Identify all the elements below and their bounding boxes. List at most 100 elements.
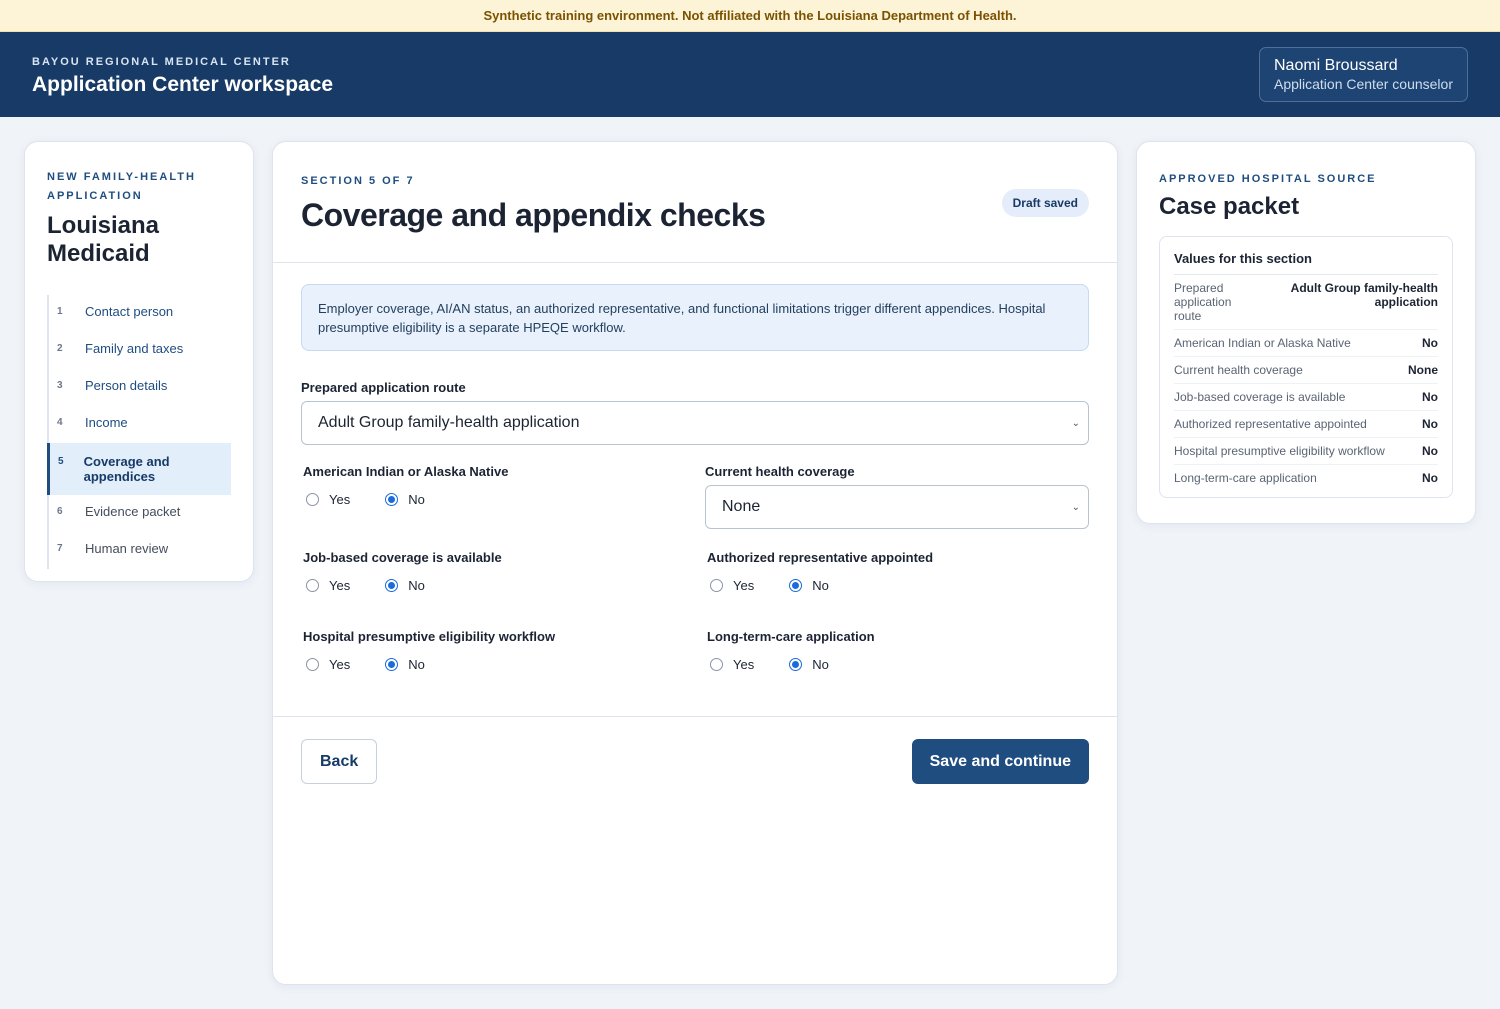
step-number: 4	[57, 417, 63, 428]
step-contact-person[interactable]: 1 Contact person	[49, 295, 231, 332]
question-aian: American Indian or Alaska Native Yes No	[303, 464, 683, 507]
radio-selected[interactable]	[385, 579, 399, 592]
aian-yes-option[interactable]: Yes	[303, 492, 350, 507]
aian-no-option[interactable]: No	[382, 492, 425, 507]
step-nav: 1 Contact person 2 Family and taxes 3 Pe…	[47, 295, 231, 569]
question-label: Job-based coverage is available	[303, 550, 502, 565]
question-label: Authorized representative appointed	[707, 550, 934, 565]
application-route-select[interactable]: Adult Group family-health application ⌄	[301, 401, 1089, 445]
current-coverage-select[interactable]: None ⌄	[705, 485, 1089, 529]
step-number: 2	[57, 343, 63, 354]
radio-unselected[interactable]	[306, 493, 319, 506]
sidebar-title: Louisiana Medicaid	[47, 212, 160, 267]
step-label: Family and taxes	[85, 341, 184, 356]
option-label: Yes	[329, 492, 351, 507]
packet-value: No	[1422, 444, 1438, 458]
packet-key: Long-term-care application	[1174, 471, 1317, 485]
step-coverage-and-appendices[interactable]: 5 Coverage and appendices	[47, 443, 231, 495]
save-and-continue-button[interactable]: Save and continue	[911, 739, 1089, 784]
radio-selected[interactable]	[789, 579, 803, 592]
step-number: 1	[57, 306, 63, 317]
step-person-details[interactable]: 3 Person details	[49, 369, 231, 406]
option-label: No	[408, 657, 425, 672]
ltc-yes-option[interactable]: Yes	[707, 657, 754, 672]
step-family-and-taxes[interactable]: 2 Family and taxes	[49, 332, 231, 369]
user-name: Naomi Broussard	[1274, 57, 1398, 74]
info-notice: Employer coverage, AI/AN status, an auth…	[301, 284, 1089, 351]
step-number: 6	[57, 506, 63, 517]
step-evidence-packet[interactable]: 6 Evidence packet	[49, 495, 231, 532]
packet-value: No	[1422, 390, 1438, 404]
question-ltc-application: Long-term-care application Yes No	[707, 629, 1087, 672]
packet-row: Hospital presumptive eligibility workflo…	[1174, 438, 1438, 465]
packet-row: Long-term-care application No	[1174, 465, 1438, 491]
option-label: No	[812, 657, 829, 672]
step-number: 7	[57, 543, 63, 554]
radio-unselected[interactable]	[306, 579, 319, 592]
workspace-title: Application Center workspace	[32, 73, 334, 96]
radio-selected[interactable]	[789, 658, 803, 671]
packet-row: Prepared application route Adult Group f…	[1174, 275, 1438, 330]
route-selected-value: Adult Group family-health application	[318, 414, 580, 431]
option-label: Yes	[733, 657, 755, 672]
option-label: Yes	[329, 578, 351, 593]
radio-selected[interactable]	[385, 493, 399, 506]
route-label: Prepared application route	[301, 380, 466, 395]
radio-selected[interactable]	[385, 658, 399, 671]
job-no-option[interactable]: No	[382, 578, 425, 593]
rep-yes-option[interactable]: Yes	[707, 578, 754, 593]
user-card[interactable]: Naomi Broussard Application Center couns…	[1259, 47, 1468, 102]
packet-key: Prepared application route	[1174, 281, 1232, 323]
packet-row: Authorized representative appointed No	[1174, 411, 1438, 438]
packet-title: Case packet	[1159, 193, 1300, 220]
back-button[interactable]: Back	[301, 739, 378, 784]
packet-row: American Indian or Alaska Native No	[1174, 330, 1438, 357]
application-sidebar: NEW FAMILY-HEALTH APPLICATION Louisiana …	[24, 141, 254, 582]
sidebar-eyebrow: NEW FAMILY-HEALTH APPLICATION	[47, 171, 196, 202]
user-role: Application Center counselor	[1274, 76, 1453, 92]
question-job-coverage: Job-based coverage is available Yes No	[303, 550, 683, 593]
option-label: Yes	[733, 578, 755, 593]
question-label: Current health coverage	[705, 464, 855, 479]
hpe-no-option[interactable]: No	[382, 657, 425, 672]
chevron-down-icon: ⌄	[1071, 417, 1080, 429]
packet-key: Authorized representative appointed	[1174, 417, 1367, 431]
radio-unselected[interactable]	[306, 658, 319, 671]
option-label: Yes	[329, 657, 351, 672]
page-title: Coverage and appendix checks	[301, 197, 766, 233]
app-header: BAYOU REGIONAL MEDICAL CENTER Applicatio…	[0, 32, 1500, 117]
packet-value: Adult Group family-health application	[1290, 281, 1438, 309]
packet-value: No	[1422, 417, 1438, 431]
form-actions: Back Save and continue	[273, 716, 1117, 806]
draft-saved-badge: Draft saved	[1001, 189, 1089, 217]
question-current-coverage: Current health coverage None ⌄	[705, 464, 1089, 529]
question-hpe-workflow: Hospital presumptive eligibility workflo…	[303, 629, 683, 672]
packet-key: American Indian or Alaska Native	[1174, 336, 1351, 350]
packet-value: No	[1422, 471, 1438, 485]
packet-value: No	[1422, 336, 1438, 350]
packet-key: Hospital presumptive eligibility workflo…	[1174, 444, 1385, 458]
section-form: SECTION 5 OF 7 Coverage and appendix che…	[272, 141, 1118, 985]
packet-values: Values for this section Prepared applica…	[1159, 236, 1453, 498]
rep-no-option[interactable]: No	[786, 578, 829, 593]
section-header: SECTION 5 OF 7 Coverage and appendix che…	[273, 142, 1117, 263]
step-number: 5	[58, 456, 64, 467]
option-label: No	[408, 578, 425, 593]
ltc-no-option[interactable]: No	[786, 657, 829, 672]
step-label: Coverage and appendices	[83, 454, 170, 484]
step-income[interactable]: 4 Income	[49, 406, 231, 443]
step-human-review[interactable]: 7 Human review	[49, 532, 231, 569]
training-banner: Synthetic training environment. Not affi…	[0, 0, 1500, 32]
radio-unselected[interactable]	[710, 579, 723, 592]
packet-values-heading: Values for this section	[1174, 251, 1438, 275]
job-yes-option[interactable]: Yes	[303, 578, 350, 593]
question-label: Hospital presumptive eligibility workflo…	[303, 629, 556, 644]
packet-value: None	[1408, 363, 1438, 377]
packet-row: Job-based coverage is available No	[1174, 384, 1438, 411]
question-authorized-rep: Authorized representative appointed Yes …	[707, 550, 1087, 593]
question-label: American Indian or Alaska Native	[303, 464, 509, 479]
step-label: Human review	[85, 541, 169, 556]
step-label: Evidence packet	[85, 504, 181, 519]
radio-unselected[interactable]	[710, 658, 723, 671]
hpe-yes-option[interactable]: Yes	[303, 657, 350, 672]
